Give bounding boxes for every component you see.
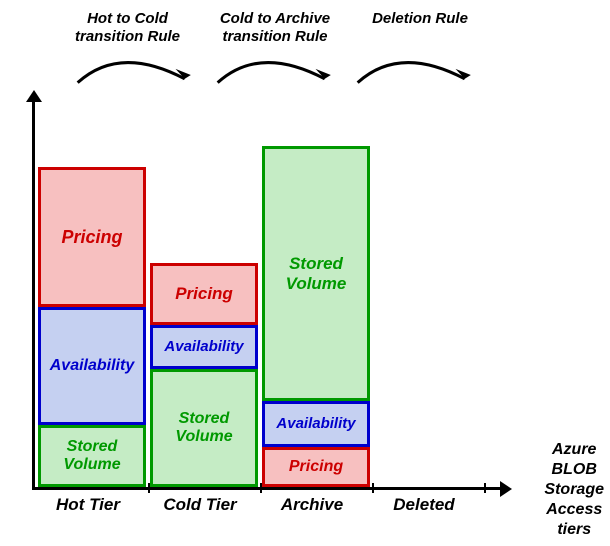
y-axis [32,100,35,490]
hot-availability: Availability [38,307,146,425]
rule-labels-row: Hot to Cold transition Rule Cold to Arch… [60,10,485,46]
x-axis [32,487,502,490]
rule-deletion: Deletion Rule [355,10,485,46]
tier-cold: Pricing Availability Stored Volume [150,263,258,487]
cold-volume: Stored Volume [150,369,258,487]
tier-hot: Pricing Availability Stored Volume [38,167,146,487]
rule-hot-to-cold: Hot to Cold transition Rule [60,10,195,46]
side-label: Azure BLOB Storage Access tiers [544,440,604,540]
cold-pricing: Pricing [150,263,258,325]
tier-label-deleted: Deleted [368,495,480,515]
tick-3 [372,483,374,493]
archive-volume: Stored Volume [262,146,370,401]
x-axis-arrowhead-icon [500,481,512,497]
tick-4 [484,483,486,493]
transition-arrow-1-icon [70,50,200,100]
archive-pricing: Pricing [262,447,370,487]
hot-volume: Stored Volume [38,425,146,487]
cold-availability: Availability [150,325,258,369]
tier-label-archive: Archive [256,495,368,515]
archive-availability: Availability [262,401,370,447]
transition-arrow-2-icon [210,50,340,100]
rule-cold-to-archive: Cold to Archive transition Rule [205,10,345,46]
y-axis-arrowhead-icon [26,90,42,102]
tier-label-cold: Cold Tier [144,495,256,515]
tier-archive: Stored Volume Availability Pricing [262,146,370,487]
tick-1 [148,483,150,493]
hot-pricing: Pricing [38,167,146,307]
tick-2 [260,483,262,493]
tier-labels-row: Hot Tier Cold Tier Archive Deleted [32,495,480,515]
chart-area: Pricing Availability Stored Volume Prici… [32,100,502,490]
transition-arrow-3-icon [350,50,480,100]
tier-label-hot: Hot Tier [32,495,144,515]
